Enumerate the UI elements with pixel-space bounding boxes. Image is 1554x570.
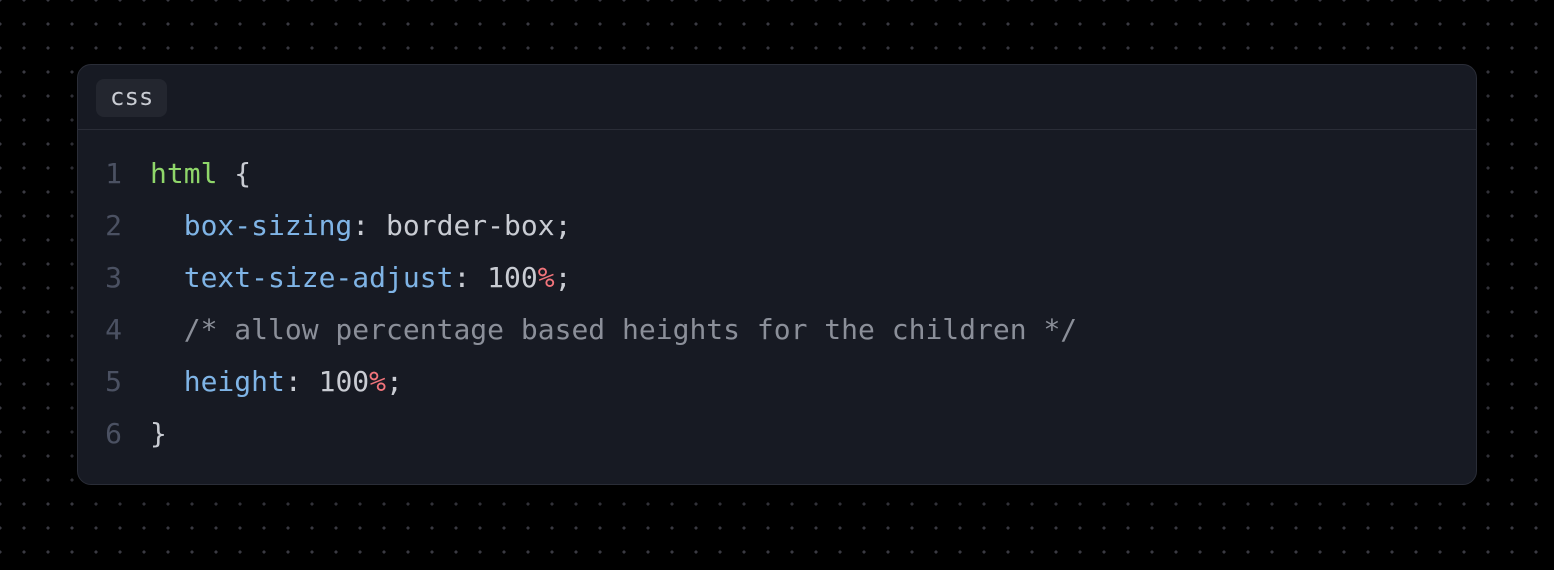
code-token: box-sizing <box>184 209 353 242</box>
code-token: : <box>285 365 319 398</box>
code-line: 3 text-size-adjust: 100%; <box>78 252 1476 304</box>
code-token <box>150 209 184 242</box>
line-number: 2 <box>78 200 150 252</box>
code-token: text-size-adjust <box>184 261 454 294</box>
code-token: height <box>184 365 285 398</box>
line-content: box-sizing: border-box; <box>150 200 1476 252</box>
code-token: 100 <box>319 365 370 398</box>
code-block: css 1html {2 box-sizing: border-box;3 te… <box>77 64 1477 485</box>
code-token: html <box>150 157 217 190</box>
language-badge: css <box>96 79 167 117</box>
code-token: border-box <box>386 209 555 242</box>
code-block-body[interactable]: 1html {2 box-sizing: border-box;3 text-s… <box>78 130 1476 484</box>
line-number: 1 <box>78 148 150 200</box>
code-line: 6} <box>78 408 1476 460</box>
code-token <box>150 261 184 294</box>
code-token <box>150 313 184 346</box>
code-token: 100 <box>487 261 538 294</box>
line-content: height: 100%; <box>150 356 1476 408</box>
line-number: 6 <box>78 408 150 460</box>
line-content: text-size-adjust: 100%; <box>150 252 1476 304</box>
code-token: % <box>538 261 555 294</box>
code-line: 5 height: 100%; <box>78 356 1476 408</box>
code-token: ; <box>555 209 572 242</box>
code-token: ; <box>555 261 572 294</box>
code-token <box>150 365 184 398</box>
code-token: : <box>453 261 487 294</box>
code-block-header: css <box>78 65 1476 130</box>
line-content: html { <box>150 148 1476 200</box>
code-line: 4 /* allow percentage based heights for … <box>78 304 1476 356</box>
code-line: 1html { <box>78 148 1476 200</box>
code-token: } <box>150 417 167 450</box>
line-number: 5 <box>78 356 150 408</box>
code-line: 2 box-sizing: border-box; <box>78 200 1476 252</box>
code-token: : <box>352 209 386 242</box>
code-token: { <box>217 157 251 190</box>
line-content: /* allow percentage based heights for th… <box>150 304 1476 356</box>
code-token: % <box>369 365 386 398</box>
line-number: 4 <box>78 304 150 356</box>
code-token: ; <box>386 365 403 398</box>
line-content: } <box>150 408 1476 460</box>
code-token: /* allow percentage based heights for th… <box>184 313 1077 346</box>
line-number: 3 <box>78 252 150 304</box>
